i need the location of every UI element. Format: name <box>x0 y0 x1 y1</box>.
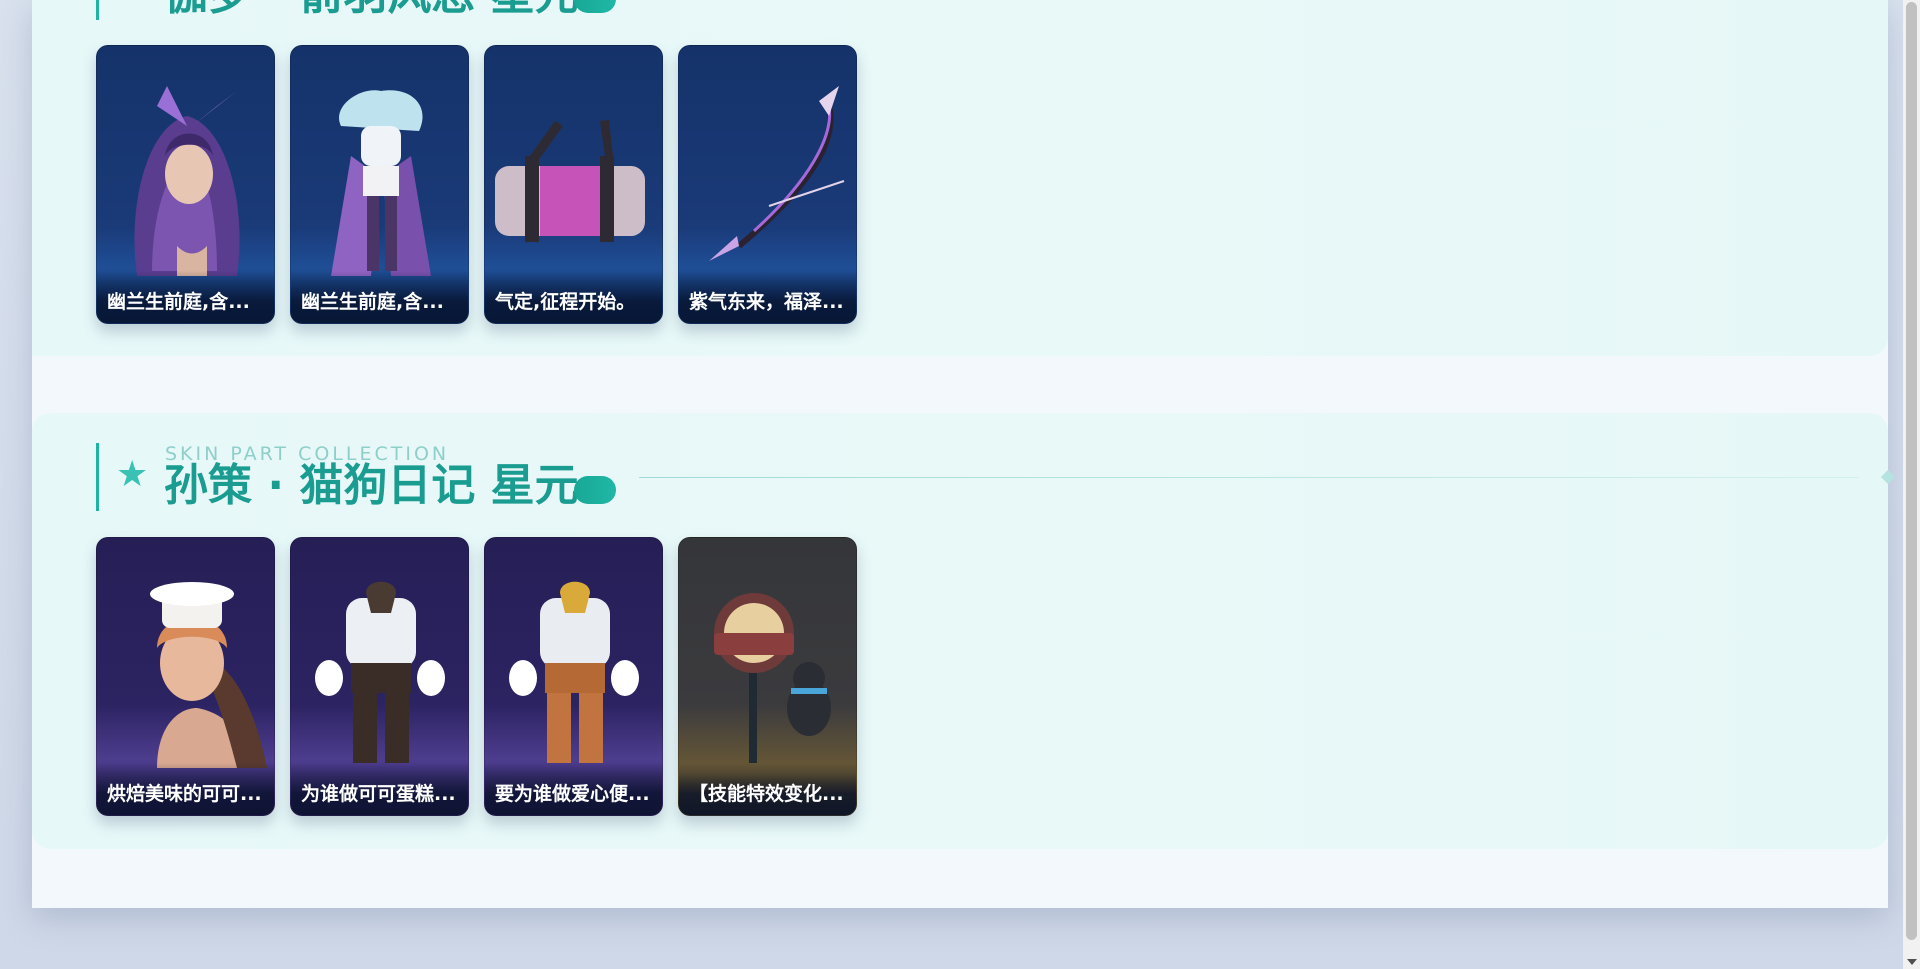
header-accent-bar <box>96 443 99 511</box>
skin-card[interactable]: 气定,征程开始。 <box>484 45 663 324</box>
title-pill-badge <box>574 0 616 13</box>
card-caption: 为谁做可可蛋糕... <box>291 763 468 815</box>
card-caption: 烘焙美味的可可... <box>97 763 274 815</box>
vertical-scrollbar[interactable] <box>1903 0 1920 969</box>
skin-card[interactable]: 烘焙美味的可可... <box>96 537 275 816</box>
skin-art-chef-outfit-orange <box>509 581 639 763</box>
skin-section-2: ★ SKIN PART COLLECTION 孙策 · 猫狗日记 星元 烘焙美味… <box>32 413 1896 849</box>
card-caption: 幽兰生前庭,含... <box>291 271 468 323</box>
skin-art-chef-outfit-dark <box>315 581 445 763</box>
card-caption: 气定,征程开始。 <box>485 271 662 323</box>
header-accent-bar <box>96 0 99 20</box>
title-pill-badge <box>574 476 616 504</box>
star-icon: ★ <box>116 454 149 495</box>
skin-art-chef-head <box>150 582 267 768</box>
star-icon: ★ <box>116 0 148 2</box>
skin-card[interactable]: 幽兰生前庭,含... <box>290 45 469 324</box>
skin-card[interactable]: 为谁做可可蛋糕... <box>290 537 469 816</box>
card-caption: 幽兰生前庭,含... <box>97 271 274 323</box>
skin-card[interactable]: 紫气东来，福泽... <box>678 45 857 324</box>
skin-art-quiver <box>495 120 645 242</box>
card-caption: 要为谁做爱心便... <box>485 763 662 815</box>
skin-card[interactable]: 要为谁做爱心便... <box>484 537 663 816</box>
card-row: 烘焙美味的可可... 为谁做可可蛋糕... 要为谁做爱心便... 【技能特效变化… <box>96 537 857 816</box>
skin-section-1: ★ 伽罗 · 箭羽风息 星元 幽兰生前庭,含... <box>32 0 1888 356</box>
skin-art-bow <box>709 86 845 261</box>
card-caption: 紫气东来，福泽... <box>679 271 856 323</box>
skin-art-hair <box>134 86 240 276</box>
skin-card[interactable]: 幽兰生前庭,含... <box>96 45 275 324</box>
section-title: 伽罗 · 箭羽风息 星元 <box>164 0 579 21</box>
scrollbar-thumb[interactable] <box>1906 2 1917 940</box>
skin-art-outfit <box>331 90 431 276</box>
card-row: 幽兰生前庭,含... 幽兰生前庭,含... 气定,征程开始。 紫气东来，福泽..… <box>96 45 857 324</box>
header-divider-line <box>639 477 1859 478</box>
skin-card[interactable]: 【技能特效变化... <box>678 537 857 816</box>
section-title: 孙策 · 猫狗日记 星元 <box>164 460 579 511</box>
scroll-down-arrow-icon[interactable] <box>1907 959 1917 965</box>
card-caption: 【技能特效变化... <box>679 763 856 815</box>
skin-art-cake-shop-sign <box>714 593 831 763</box>
